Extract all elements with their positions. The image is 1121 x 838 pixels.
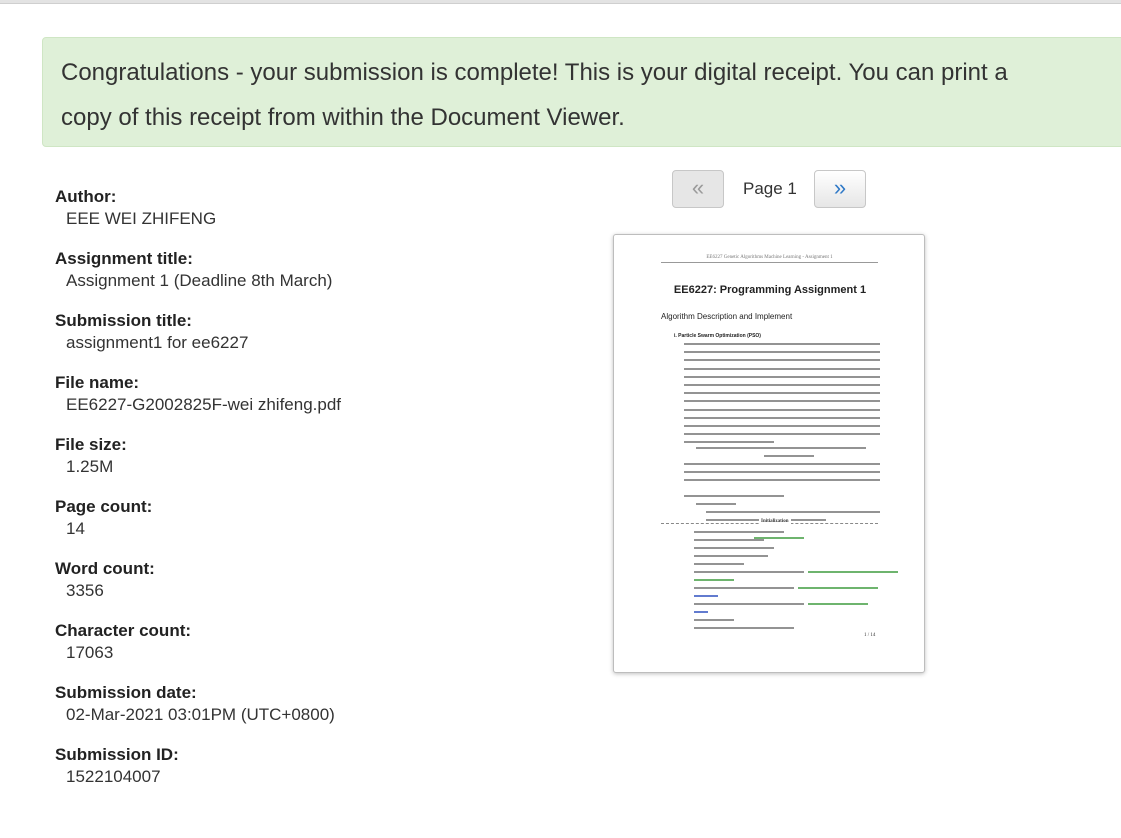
detail-value: 02-Mar-2021 03:01PM (UTC+0800)	[66, 705, 335, 724]
document-text-line	[694, 539, 764, 541]
detail-value: 1.25M	[66, 457, 114, 476]
document-text-line	[694, 603, 804, 605]
document-text-line	[684, 441, 774, 443]
document-text-line	[684, 416, 880, 419]
detail-submission-title: Submission title: assignment1 for ee6227	[55, 310, 575, 372]
document-text-line	[684, 471, 880, 474]
document-text-line	[694, 555, 768, 557]
top-border	[0, 0, 1121, 4]
document-preview[interactable]: EE6227 Genetic Algorithms Machine Learni…	[613, 234, 925, 673]
detail-page-count: Page count: 14	[55, 496, 575, 558]
document-text-line	[694, 627, 794, 629]
document-text-line	[684, 351, 880, 354]
document-text-line	[706, 511, 880, 513]
document-text-line	[808, 603, 868, 605]
document-text-line	[696, 503, 736, 505]
document-init-label: Initialization	[759, 519, 791, 524]
detail-assignment-title: Assignment title: Assignment 1 (Deadline…	[55, 248, 575, 310]
document-text-line	[684, 359, 880, 362]
document-text-line	[798, 587, 878, 589]
detail-label: Page count:	[55, 497, 153, 516]
document-text-line	[694, 595, 718, 597]
detail-file-name: File name: EE6227-G2002825F-wei zhifeng.…	[55, 372, 575, 434]
document-text-line	[684, 375, 880, 378]
document-text-line	[694, 563, 744, 565]
detail-value: 3356	[66, 581, 104, 600]
document-page-number: 1 / 14	[864, 633, 876, 638]
detail-label: Author:	[55, 187, 117, 206]
detail-value: assignment1 for ee6227	[66, 333, 249, 352]
document-text-line	[694, 571, 804, 573]
document-text-line	[694, 531, 784, 533]
detail-label: Word count:	[55, 559, 155, 578]
detail-file-size: File size: 1.25M	[55, 434, 575, 496]
document-text-line	[684, 408, 880, 411]
banner-text-line-2: copy of this receipt from within the Doc…	[61, 104, 625, 131]
detail-value: 14	[66, 519, 85, 538]
detail-label: Submission title:	[55, 311, 192, 330]
detail-value: 17063	[66, 643, 114, 662]
detail-submission-date: Submission date: 02-Mar-2021 03:01PM (UT…	[55, 682, 575, 744]
document-text-line	[684, 367, 880, 370]
document-text-line	[696, 447, 866, 449]
document-text-line	[684, 463, 880, 465]
page-indicator: Page 1	[743, 179, 797, 198]
document-text-line	[684, 479, 880, 482]
detail-label: Submission date:	[55, 683, 197, 702]
detail-character-count: Character count: 17063	[55, 620, 575, 682]
detail-label: File size:	[55, 435, 127, 454]
detail-submission-id: Submission ID: 1522104007	[55, 744, 575, 806]
detail-label: Assignment title:	[55, 249, 193, 268]
banner-text-line-1: Congratulations - your submission is com…	[61, 59, 1008, 86]
detail-author: Author: EEE WEI ZHIFENG	[55, 186, 575, 248]
document-text-line	[684, 384, 880, 386]
submission-details: Author: EEE WEI ZHIFENG Assignment title…	[55, 186, 575, 806]
success-banner: Congratulations - your submission is com…	[42, 37, 1121, 147]
document-text-line	[694, 619, 734, 621]
document-text-line	[694, 587, 794, 589]
detail-value: Assignment 1 (Deadline 8th March)	[66, 271, 333, 290]
document-text-line	[764, 455, 814, 457]
document-text-body	[614, 235, 924, 672]
previous-page-button[interactable]: «	[672, 170, 724, 208]
document-text-line	[684, 343, 880, 345]
document-text-line	[694, 579, 734, 581]
detail-value: EEE WEI ZHIFENG	[66, 209, 217, 228]
detail-value: 1522104007	[66, 767, 161, 786]
document-text-line	[694, 547, 774, 549]
document-text-line	[684, 392, 880, 395]
document-text-line	[684, 425, 880, 427]
detail-word-count: Word count: 3356	[55, 558, 575, 620]
document-text-line	[684, 400, 880, 403]
document-text-line	[694, 611, 708, 613]
document-text-line	[808, 571, 898, 573]
detail-label: File name:	[55, 373, 140, 392]
document-pager: « Page 1 »	[672, 170, 872, 210]
document-text-line	[684, 495, 784, 497]
next-page-button[interactable]: »	[814, 170, 866, 208]
detail-value: EE6227-G2002825F-wei zhifeng.pdf	[66, 395, 342, 414]
detail-label: Submission ID:	[55, 745, 179, 764]
detail-label: Character count:	[55, 621, 192, 640]
document-text-line	[684, 433, 880, 436]
